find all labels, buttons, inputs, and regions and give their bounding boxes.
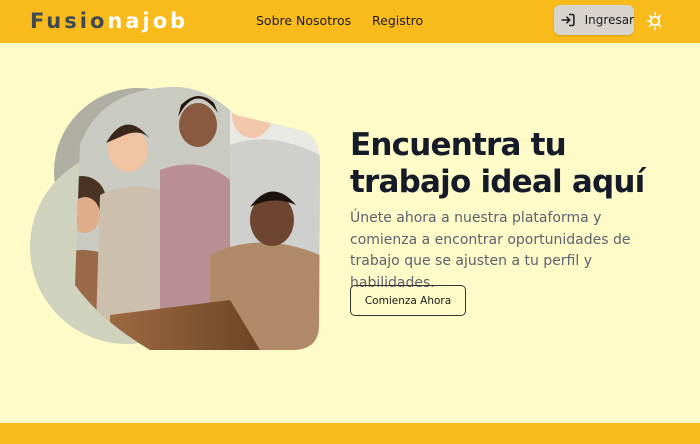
top-navbar: Fusionajob Sobre Nosotros Registro Ingre… bbox=[0, 0, 700, 43]
brand-logo-part2: najob bbox=[107, 9, 189, 33]
login-button-label: Ingresar bbox=[584, 13, 634, 27]
nav-link-about[interactable]: Sobre Nosotros bbox=[256, 12, 351, 30]
hero-headline-line1: Encuentra tu bbox=[350, 127, 567, 163]
hero-image bbox=[30, 85, 322, 365]
hero-description: Únete ahora a nuestra plataforma y comie… bbox=[350, 210, 631, 291]
footer-band bbox=[0, 423, 700, 444]
hero-headline: Encuentra tu trabajo ideal aquí bbox=[350, 127, 670, 201]
login-button[interactable]: Ingresar bbox=[554, 5, 634, 35]
login-icon bbox=[561, 13, 575, 27]
brand-logo[interactable]: Fusionajob bbox=[30, 8, 188, 34]
theme-toggle-icon[interactable] bbox=[646, 11, 668, 31]
hero-headline-line2: trabajo ideal aquí bbox=[350, 164, 645, 200]
nav-link-register[interactable]: Registro bbox=[372, 12, 423, 30]
brand-logo-part1: Fusio bbox=[30, 9, 108, 33]
start-now-button[interactable]: Comienza Ahora bbox=[350, 285, 466, 316]
